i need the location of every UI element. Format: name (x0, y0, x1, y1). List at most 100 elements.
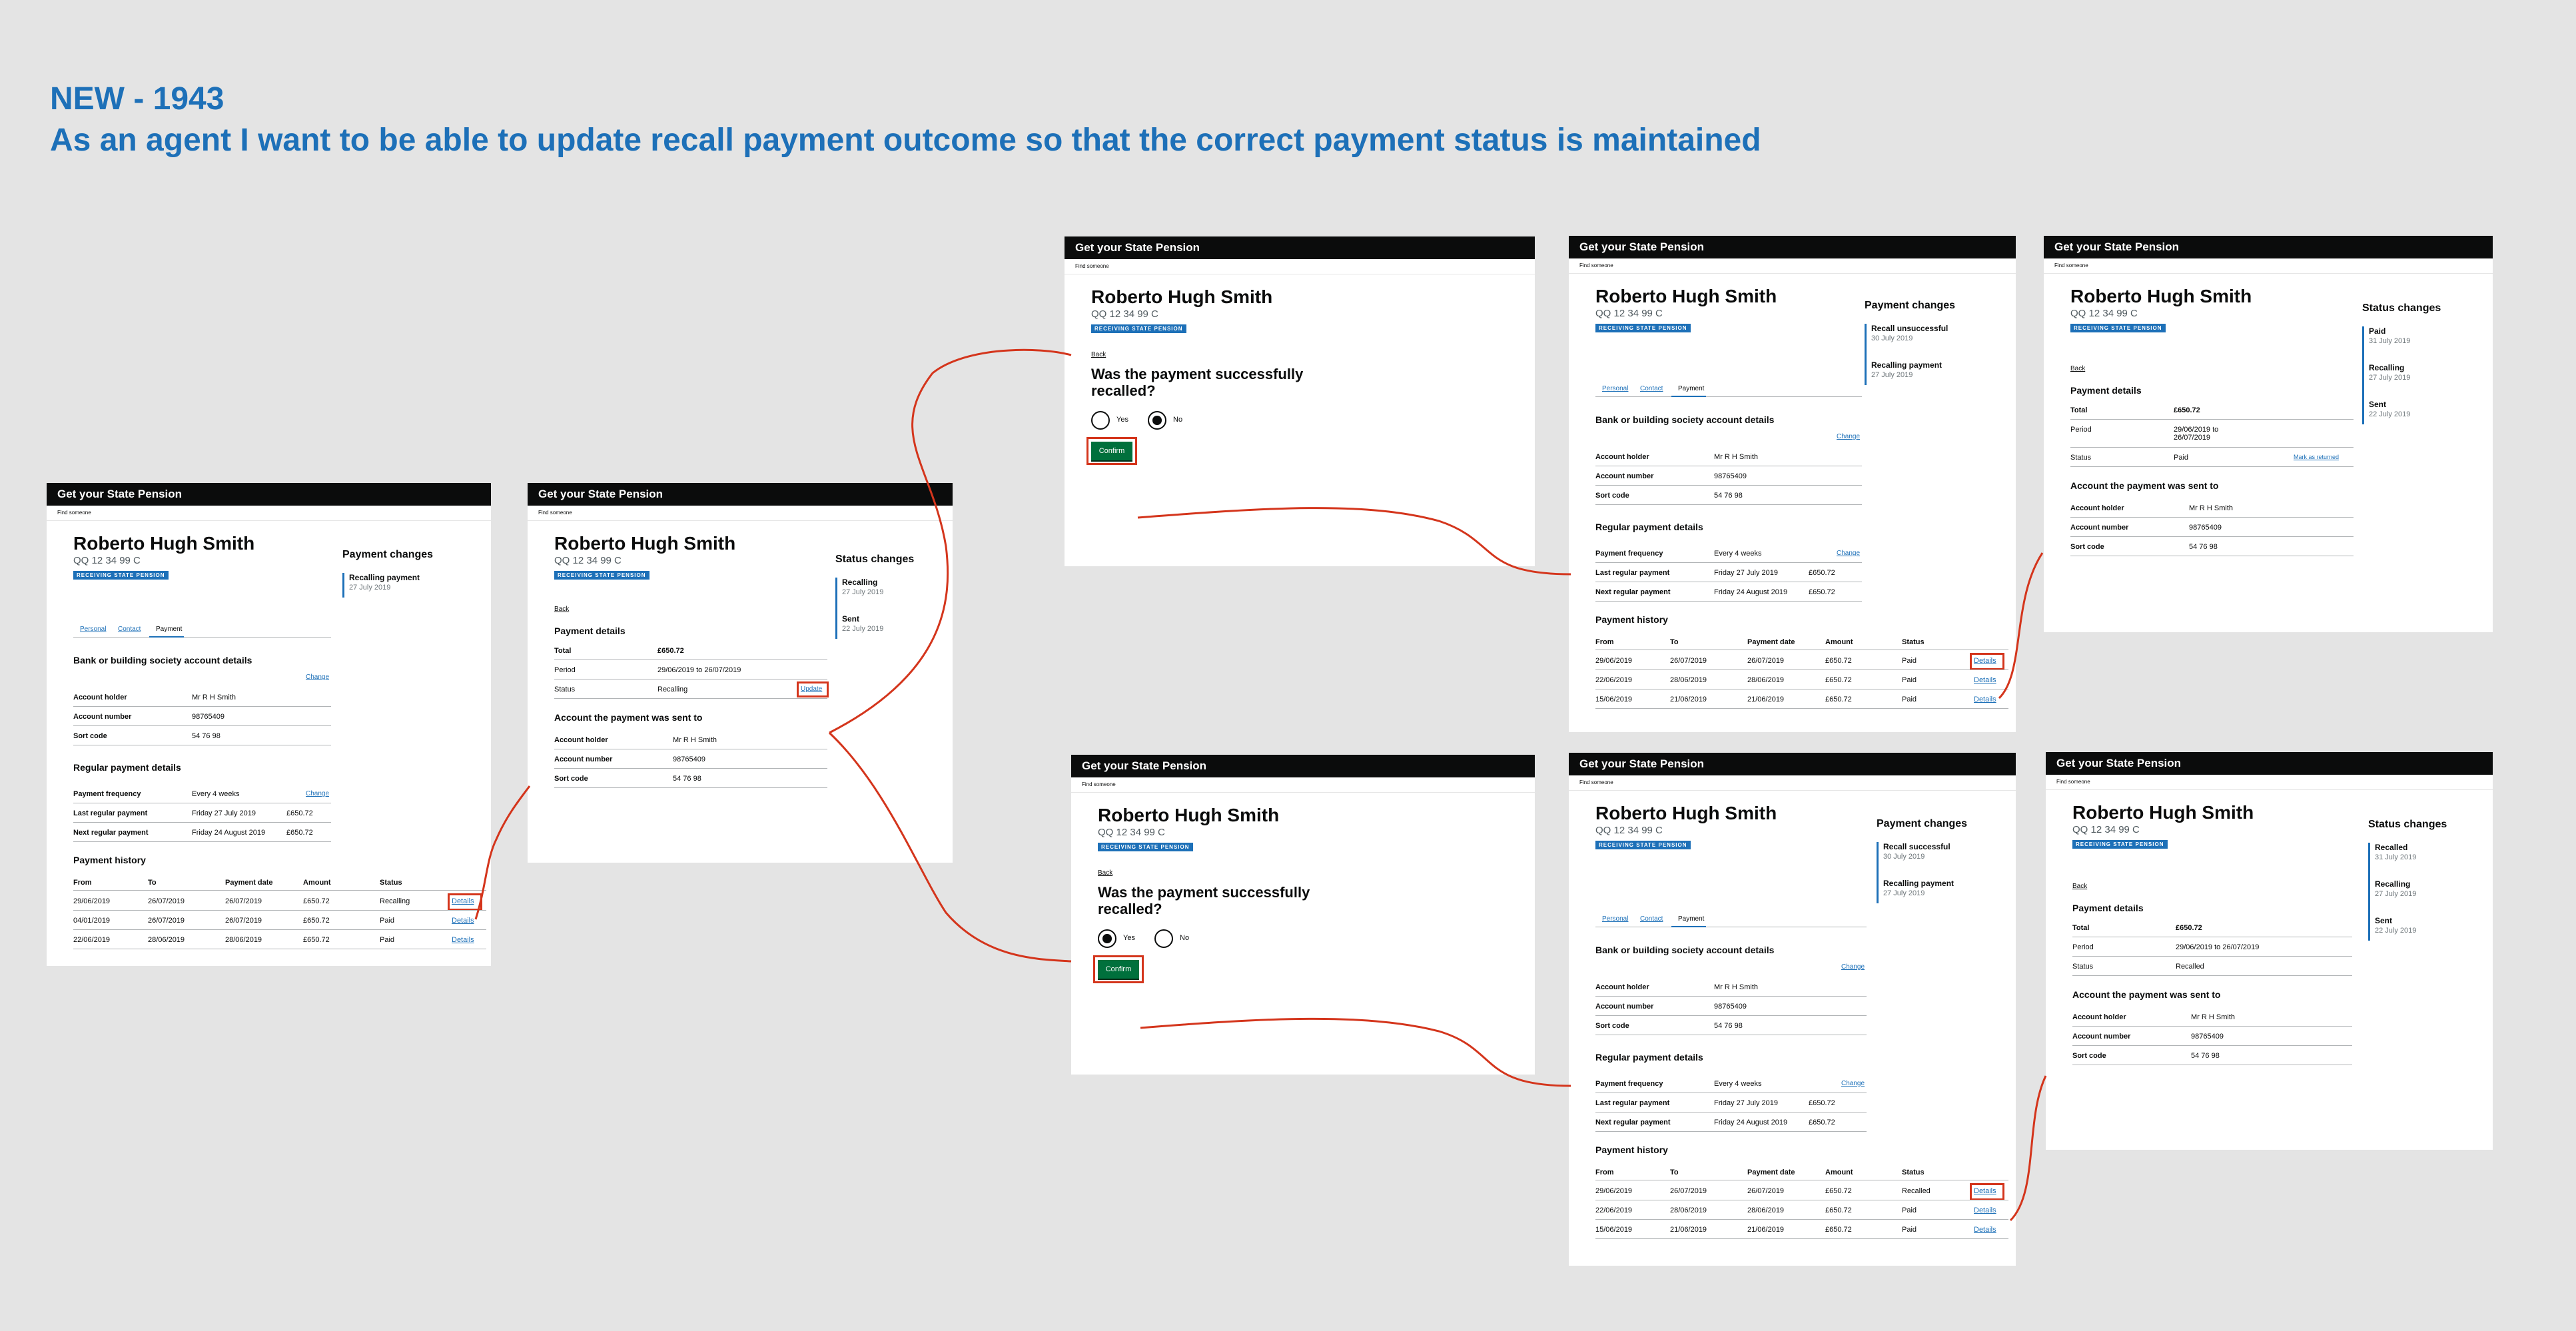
change-regular-link[interactable]: Change (1841, 1080, 1865, 1087)
change-regular-link[interactable]: Change (1837, 550, 1860, 557)
details-link[interactable]: Details (1974, 1226, 1996, 1234)
find-someone-link[interactable]: Find someone (1082, 781, 1116, 787)
timeline-item-date: 30 July 2019 (1883, 853, 1925, 861)
back-link[interactable]: Back (1091, 351, 1106, 358)
service-header[interactable]: Get your State Pension (1569, 753, 2016, 775)
tab-personal[interactable]: Personal (1602, 915, 1628, 923)
highlight-details (1970, 1183, 2004, 1200)
tab-payment[interactable]: Payment (156, 626, 182, 633)
row-value: Mr R H Smith (1714, 983, 1758, 991)
timeline-bar (1877, 842, 1879, 903)
period-value: 29/06/2019 to 26/07/2019 (657, 666, 741, 674)
row-divider (73, 706, 331, 707)
regular-amount: £650.72 (1809, 588, 1835, 596)
history-row-divider (73, 910, 486, 911)
back-link[interactable]: Back (2070, 365, 2085, 372)
service-header[interactable]: Get your State Pension (1569, 236, 2016, 258)
row-label: Account holder (73, 693, 127, 701)
service-header[interactable]: Get your State Pension (2044, 236, 2493, 258)
status-badge: RECEIVING STATE PENSION (1595, 324, 1691, 332)
row-label: Account number (2072, 1033, 2131, 1041)
service-name[interactable]: Get your State Pension (1075, 241, 1200, 254)
radio-yes-label: Yes (1116, 416, 1128, 424)
change-regular-link[interactable]: Change (306, 790, 329, 797)
service-name[interactable]: Get your State Pension (1579, 757, 1704, 771)
tab-contact[interactable]: Contact (1640, 915, 1663, 923)
change-bank-link[interactable]: Change (1841, 963, 1865, 971)
timeline-bar (1865, 324, 1867, 385)
timeline-heading: Payment changes (1865, 300, 1956, 311)
nino: QQ 12 34 99 C (1595, 308, 1663, 319)
change-bank-link[interactable]: Change (1837, 433, 1860, 440)
back-link[interactable]: Back (1098, 869, 1112, 877)
history-cell: 28/06/2019 (225, 936, 262, 944)
find-someone-link[interactable]: Find someone (57, 510, 91, 516)
row-label: Last regular payment (73, 809, 148, 817)
row-divider (2072, 1026, 2352, 1027)
timeline-heading: Payment changes (342, 549, 434, 560)
radio-yes[interactable] (1098, 929, 1116, 948)
row-divider (1595, 601, 1862, 602)
history-cell: £650.72 (1825, 1206, 1852, 1214)
service-name[interactable]: Get your State Pension (57, 488, 182, 501)
tab-contact[interactable]: Contact (1640, 385, 1663, 392)
header-divider (1569, 790, 2016, 791)
history-cell: £650.72 (1825, 1187, 1852, 1195)
back-link[interactable]: Back (554, 606, 569, 613)
service-name[interactable]: Get your State Pension (1579, 240, 1704, 254)
header-divider (2044, 273, 2493, 274)
service-name[interactable]: Get your State Pension (538, 488, 663, 501)
row-value: Mr R H Smith (673, 736, 717, 744)
radio-yes[interactable] (1091, 411, 1110, 430)
timeline-item-date: 22 July 2019 (2375, 927, 2417, 935)
details-link[interactable]: Details (452, 917, 474, 925)
details-link[interactable]: Details (1974, 695, 1996, 703)
nino: QQ 12 34 99 C (1098, 827, 1165, 838)
timeline-item-title: Recalling payment (1871, 360, 1942, 370)
back-link[interactable]: Back (2072, 883, 2087, 890)
mark_returned-link[interactable]: Mark as returned (2294, 454, 2339, 460)
row-divider (73, 822, 331, 823)
service-header[interactable]: Get your State Pension (1065, 236, 1535, 259)
row-value: 54 76 98 (1714, 1022, 1743, 1030)
timeline-heading: Status changes (835, 554, 915, 565)
find-someone-link[interactable]: Find someone (538, 510, 572, 516)
timeline-item-date: 27 July 2019 (349, 584, 391, 592)
service-header[interactable]: Get your State Pension (1071, 755, 1535, 777)
history-heading: Payment history (73, 855, 146, 865)
details-link[interactable]: Details (452, 936, 474, 944)
find-someone-link[interactable]: Find someone (1579, 779, 1613, 785)
row-value: Friday 24 August 2019 (192, 829, 266, 837)
row-label: Payment frequency (1595, 550, 1663, 558)
find-someone-link[interactable]: Find someone (1579, 262, 1613, 268)
tab-payment[interactable]: Payment (1678, 385, 1704, 392)
radio-no[interactable] (1148, 411, 1166, 430)
tab-payment[interactable]: Payment (1678, 915, 1704, 923)
row-divider (2070, 419, 2354, 420)
bank-heading: Bank or building society account details (73, 655, 252, 666)
details-link[interactable]: Details (1974, 1206, 1996, 1214)
history-col-header: Status (380, 879, 402, 887)
history-col-header: From (1595, 1168, 1614, 1176)
radio-no[interactable] (1154, 929, 1173, 948)
person-name: Roberto Hugh Smith (1595, 286, 1777, 306)
find-someone-link[interactable]: Find someone (1075, 263, 1109, 269)
tab-contact[interactable]: Contact (118, 626, 141, 633)
timeline-item-title: Recalling payment (349, 573, 420, 582)
total-value: £650.72 (2174, 406, 2200, 414)
row-divider (2070, 447, 2354, 448)
service-header[interactable]: Get your State Pension (528, 483, 953, 506)
history-cell: 29/06/2019 (1595, 657, 1633, 665)
history-cell: £650.72 (1825, 676, 1852, 684)
find-someone-link[interactable]: Find someone (2054, 262, 2088, 268)
service-name[interactable]: Get your State Pension (1082, 759, 1206, 773)
service-name[interactable]: Get your State Pension (2054, 240, 2179, 254)
service-header[interactable]: Get your State Pension (47, 483, 491, 506)
tab-personal[interactable]: Personal (80, 626, 106, 633)
change-bank-link[interactable]: Change (306, 673, 329, 681)
service-header[interactable]: Get your State Pension (2046, 752, 2493, 775)
find-someone-link[interactable]: Find someone (2056, 779, 2090, 785)
details-link[interactable]: Details (1974, 676, 1996, 684)
service-name[interactable]: Get your State Pension (2056, 757, 2181, 770)
tab-personal[interactable]: Personal (1602, 385, 1628, 392)
